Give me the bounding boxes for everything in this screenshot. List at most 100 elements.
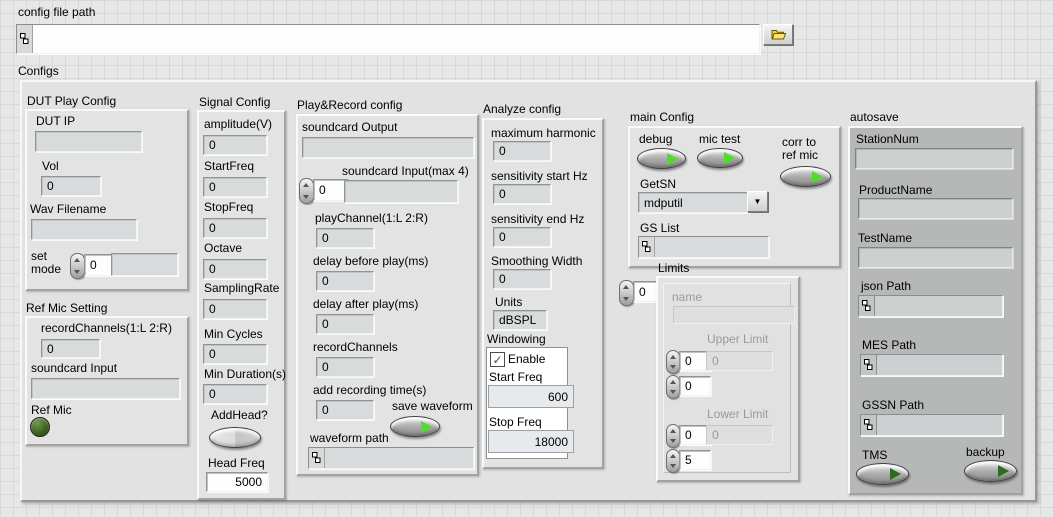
units-label: Units <box>495 296 522 309</box>
set-mode-field[interactable] <box>111 253 178 276</box>
record-channels-field[interactable]: 0 <box>41 339 100 358</box>
delay-after-play-label: delay after play(ms) <box>313 298 418 311</box>
vol-field[interactable]: 0 <box>41 176 101 196</box>
soundcard-output-field[interactable] <box>302 137 474 158</box>
corr-to-ref-mic-label: corr toref mic <box>782 136 818 162</box>
min-duration-field[interactable]: 0 <box>203 384 267 404</box>
delay-after-play-field[interactable]: 0 <box>316 314 374 334</box>
addhead-toggle[interactable] <box>209 427 261 448</box>
dut-ip-field[interactable] <box>35 131 142 152</box>
samplingrate-label: SamplingRate <box>204 282 279 295</box>
save-waveform-toggle[interactable] <box>390 416 440 437</box>
waveform-path-value <box>325 448 473 468</box>
maximum-harmonic-label: maximum harmonic <box>491 127 596 140</box>
soundcard-output-label: soundcard Output <box>302 121 397 134</box>
upper-limit-index1-spinner[interactable] <box>666 350 680 374</box>
path-type-icon <box>861 415 877 435</box>
set-mode-label: setmode <box>31 250 61 276</box>
octave-field[interactable]: 0 <box>203 259 267 279</box>
pr-recordchannels-field[interactable]: 0 <box>316 357 374 377</box>
ref-soundcard-input-field[interactable] <box>31 378 180 399</box>
toggle-arrow-icon <box>667 153 678 165</box>
units-field[interactable]: dBSPL <box>493 310 547 330</box>
path-type-icon <box>17 25 33 53</box>
lower-limit-label: Lower Limit <box>707 408 768 421</box>
wav-filename-field[interactable] <box>31 219 137 240</box>
smoothing-width-label: Smoothing Width <box>491 255 582 268</box>
vol-label: Vol <box>42 160 59 173</box>
playchannel-label: playChannel(1:L 2:R) <box>315 212 428 225</box>
debug-toggle[interactable] <box>637 148 686 169</box>
getsn-dropdown[interactable]: mdputil <box>638 192 750 213</box>
mes-path-label: MES Path <box>862 339 916 352</box>
gs-list-value <box>655 237 768 257</box>
gssn-path-input[interactable] <box>860 414 1003 436</box>
addhead-label: AddHead? <box>211 409 268 422</box>
soundcard-input-max4-field[interactable] <box>344 180 458 203</box>
config-file-path-input[interactable] <box>16 24 760 54</box>
ref-mic-label: Ref Mic <box>31 404 72 417</box>
octave-label: Octave <box>204 242 242 255</box>
smoothing-width-field[interactable]: 0 <box>493 269 551 289</box>
maximum-harmonic-field[interactable]: 0 <box>493 141 551 161</box>
windowing-start-freq-field[interactable]: 600 <box>488 385 574 408</box>
pr-recordchannels-label: recordChannels <box>313 341 398 354</box>
mes-path-input[interactable] <box>860 354 1003 376</box>
productname-field[interactable] <box>858 198 1013 219</box>
folder-open-icon <box>771 29 786 40</box>
dut-ip-label: DUT IP <box>36 115 75 128</box>
samplingrate-field[interactable]: 0 <box>203 299 267 319</box>
set-mode-spinner[interactable] <box>70 253 85 279</box>
upper-limit-index2-spinner[interactable] <box>666 375 680 399</box>
min-cycles-field[interactable]: 0 <box>203 344 267 364</box>
testname-label: TestName <box>858 232 912 245</box>
testname-field[interactable] <box>858 247 1013 268</box>
upper-limit-index2[interactable]: 0 <box>679 376 711 396</box>
toggle-arrow-icon <box>724 152 735 164</box>
toggle-arrow-icon <box>421 421 432 433</box>
getsn-dropdown-button[interactable]: ▼ <box>747 191 768 212</box>
autosave-title: autosave <box>850 111 899 124</box>
sensitivity-start-field[interactable]: 0 <box>493 184 551 204</box>
enable-checkbox[interactable]: ✓ <box>490 352 505 367</box>
tms-toggle[interactable] <box>856 463 909 485</box>
gs-list-label: GS List <box>640 222 679 235</box>
corr-to-ref-mic-toggle[interactable] <box>780 166 831 187</box>
browse-button[interactable] <box>763 24 793 45</box>
amplitude-field[interactable]: 0 <box>203 135 267 155</box>
gssn-path-value <box>877 415 1002 435</box>
mic-test-toggle[interactable] <box>697 148 743 168</box>
windowing-title: Windowing <box>487 333 546 346</box>
limits-index-spinner[interactable] <box>619 280 634 306</box>
backup-toggle[interactable] <box>964 460 1017 482</box>
add-recording-time-field[interactable]: 0 <box>316 400 374 420</box>
toggle-arrow-icon <box>812 171 823 183</box>
head-freq-field[interactable]: 5000 <box>206 472 268 492</box>
json-path-input[interactable] <box>858 295 1003 317</box>
json-path-label: json Path <box>861 280 911 293</box>
limits-title: Limits <box>658 262 689 275</box>
stationnum-label: StationNum <box>856 133 919 146</box>
windowing-stop-freq-field[interactable]: 18000 <box>488 430 574 453</box>
enable-label: Enable <box>508 353 545 366</box>
configs-label: Configs <box>18 65 59 78</box>
lower-limit-index1-spinner[interactable] <box>666 424 680 448</box>
soundcard-input-index-spinner[interactable] <box>299 178 314 204</box>
lower-limit-index2-spinner[interactable] <box>666 449 680 473</box>
upper-limit-label: Upper Limit <box>707 333 768 346</box>
startfreq-field[interactable]: 0 <box>203 177 267 197</box>
stopfreq-field[interactable]: 0 <box>203 218 267 238</box>
delay-before-play-field[interactable]: 0 <box>316 271 374 291</box>
sensitivity-end-field[interactable]: 0 <box>493 227 551 247</box>
gs-list-path-input[interactable] <box>638 236 769 258</box>
toggle-arrow-icon <box>998 465 1009 477</box>
playchannel-field[interactable]: 0 <box>316 228 374 248</box>
windowing-start-freq-label: Start Freq <box>489 371 542 384</box>
startfreq-label: StartFreq <box>204 160 254 173</box>
json-path-value <box>875 296 1002 316</box>
waveform-path-input[interactable] <box>308 447 474 469</box>
set-mode-index[interactable]: 0 <box>84 254 112 276</box>
chevron-down-icon: ▼ <box>754 198 762 206</box>
stationnum-field[interactable] <box>855 148 1013 169</box>
lower-limit-index2[interactable]: 5 <box>679 450 711 470</box>
